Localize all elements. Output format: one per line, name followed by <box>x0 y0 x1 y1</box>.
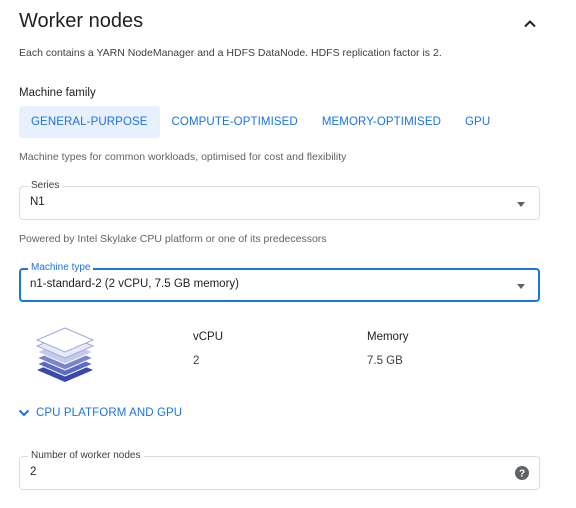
series-value: N1 <box>30 196 45 208</box>
vcpu-label: vCPU <box>193 331 224 343</box>
dropdown-arrow-icon <box>517 202 525 207</box>
tab-general-purpose[interactable]: GENERAL-PURPOSE <box>19 106 160 138</box>
layers-icon <box>35 327 95 382</box>
worker-nodes-panel: Worker nodes Each contains a YARN NodeMa… <box>0 0 576 508</box>
memory-value: 7.5 GB <box>367 355 403 367</box>
help-icon[interactable]: ? <box>515 466 529 480</box>
machine-family-helper: Machine types for common workloads, opti… <box>19 151 347 163</box>
chevron-down-icon <box>18 409 30 417</box>
chevron-up-icon <box>524 20 536 28</box>
section-description: Each contains a YARN NodeManager and a H… <box>19 47 442 59</box>
memory-label: Memory <box>367 331 409 343</box>
worker-count-value: 2 <box>30 466 37 478</box>
tab-memory-optimised[interactable]: MEMORY-OPTIMISED <box>310 106 453 138</box>
series-helper: Powered by Intel Skylake CPU platform or… <box>19 233 327 245</box>
machine-family-label: Machine family <box>19 87 96 99</box>
worker-count-input[interactable]: Number of worker nodes 2 ? <box>19 450 540 490</box>
collapse-button[interactable] <box>518 12 542 36</box>
machine-type-select[interactable]: Machine type n1-standard-2 (2 vCPU, 7.5 … <box>19 262 540 302</box>
tab-gpu[interactable]: GPU <box>453 106 502 138</box>
series-select[interactable]: Series N1 <box>19 180 540 220</box>
svg-text:?: ? <box>519 469 525 480</box>
worker-count-label: Number of worker nodes <box>28 450 144 462</box>
cpu-platform-expander[interactable]: CPU PLATFORM AND GPU <box>17 404 182 422</box>
machine-type-value: n1-standard-2 (2 vCPU, 7.5 GB memory) <box>30 278 239 290</box>
vcpu-value: 2 <box>193 355 200 367</box>
tab-compute-optimised[interactable]: COMPUTE-OPTIMISED <box>160 106 310 138</box>
series-label: Series <box>28 180 63 192</box>
section-title: Worker nodes <box>19 10 144 32</box>
machine-family-tabs: GENERAL-PURPOSE COMPUTE-OPTIMISED MEMORY… <box>19 106 502 138</box>
machine-type-label: Machine type <box>28 262 94 274</box>
cpu-platform-label: CPU PLATFORM AND GPU <box>36 407 183 419</box>
dropdown-arrow-icon <box>517 284 525 289</box>
